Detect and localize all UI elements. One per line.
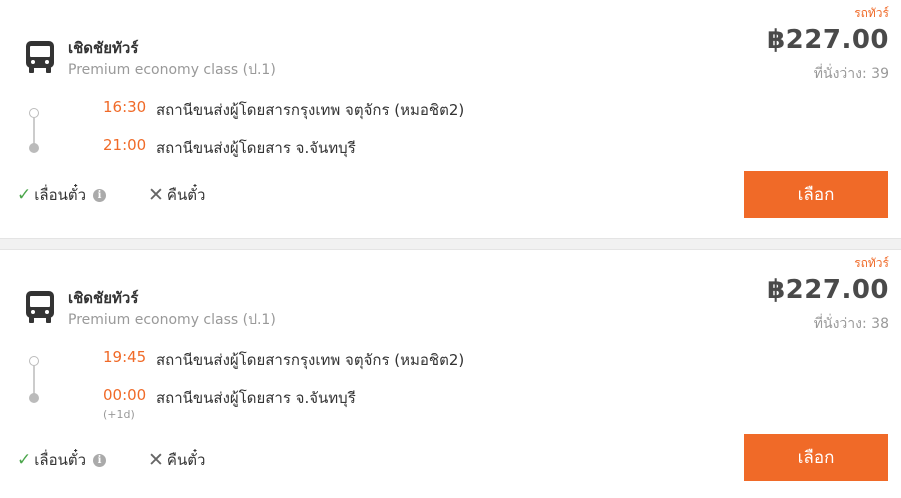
price: ฿227.00 [767, 275, 889, 305]
reschedule-policy: ✓ เลื่อนตั๋ว i [17, 183, 106, 207]
trip-card: เชิดชัยทัวร์ Premium economy class (ป.1)… [0, 0, 901, 238]
bus-class: Premium economy class (ป.1) [68, 312, 276, 328]
refund-label: คืนตั๋ว [166, 451, 206, 469]
reschedule-policy: ✓ เลื่อนตั๋ว i [17, 448, 106, 472]
seats-available: ที่นั่งว่าง: 39 [814, 63, 889, 85]
cross-icon: ✕ [148, 183, 164, 206]
depart-time: 16:30 [103, 98, 147, 116]
depart-station: สถานีขนส่งผู้โดยสารกรุงเทพ จตุจักร (หมอช… [156, 101, 465, 119]
reschedule-label: เลื่อนตั๋ว [34, 186, 86, 204]
select-button[interactable]: เลือก [744, 434, 888, 481]
seats-available: ที่นั่งว่าง: 38 [814, 313, 889, 335]
refund-policy: ✕ คืนตั๋ว [148, 183, 205, 207]
depart-dot [29, 108, 39, 118]
trip-card: เชิดชัยทัวร์ Premium economy class (ป.1)… [0, 250, 901, 498]
bus-icon [26, 41, 54, 73]
arrive-time: 21:00 [103, 136, 147, 154]
seats-label: ที่นั่งว่าง: [813, 316, 867, 332]
seats-count: 38 [871, 316, 889, 332]
seats-count: 39 [871, 66, 889, 82]
arrive-station: สถานีขนส่งผู้โดยสาร จ.จันทบุรี [156, 139, 356, 157]
info-icon[interactable]: i [93, 188, 106, 202]
refund-label: คืนตั๋ว [166, 186, 206, 204]
arrive-dot [29, 143, 39, 153]
price: ฿227.00 [767, 25, 889, 55]
bus-type-tag: รถทัวร์ [854, 256, 889, 270]
checkmark-icon: ✓ [17, 185, 32, 205]
arrive-dot [29, 393, 39, 403]
depart-station: สถานีขนส่งผู้โดยสารกรุงเทพ จตุจักร (หมอช… [156, 351, 465, 369]
select-button[interactable]: เลือก [744, 171, 888, 218]
depart-dot [29, 356, 39, 366]
operator-name: เชิดชัยทัวร์ [68, 39, 139, 57]
day-offset: (+1d) [103, 408, 135, 421]
info-icon[interactable]: i [93, 453, 106, 467]
checkmark-icon: ✓ [17, 450, 32, 470]
depart-time: 19:45 [103, 348, 147, 366]
refund-policy: ✕ คืนตั๋ว [148, 448, 205, 472]
bus-icon [26, 291, 54, 323]
cross-icon: ✕ [148, 448, 164, 471]
timeline-line [33, 118, 35, 144]
arrive-station: สถานีขนส่งผู้โดยสาร จ.จันทบุรี [156, 389, 356, 407]
card-divider [0, 238, 901, 250]
operator-name: เชิดชัยทัวร์ [68, 289, 139, 307]
bus-type-tag: รถทัวร์ [854, 6, 889, 20]
timeline-line [33, 366, 35, 394]
reschedule-label: เลื่อนตั๋ว [34, 451, 86, 469]
arrive-time: 00:00 [103, 386, 147, 404]
seats-label: ที่นั่งว่าง: [813, 66, 867, 82]
bus-class: Premium economy class (ป.1) [68, 62, 276, 78]
